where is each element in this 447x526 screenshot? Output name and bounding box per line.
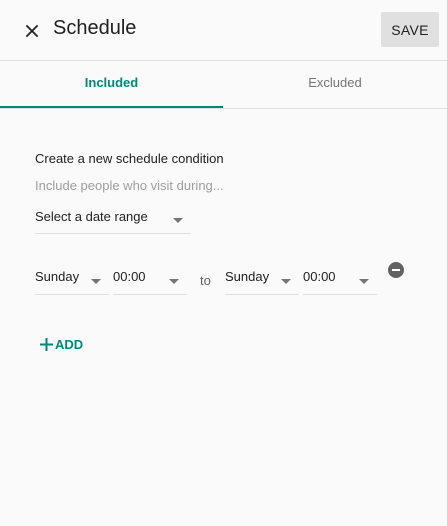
- dropdown-arrow-icon: [359, 279, 369, 284]
- from-day-value: Sunday: [35, 269, 80, 284]
- to-time-select[interactable]: 00:00: [303, 269, 377, 295]
- tab-bar: Included Excluded: [0, 61, 447, 109]
- tabs-divider: [0, 108, 447, 109]
- tab-excluded[interactable]: Excluded: [223, 61, 447, 107]
- date-range-select[interactable]: Select a date range: [35, 209, 191, 234]
- dropdown-arrow-icon: [281, 279, 291, 284]
- to-time-value: 00:00: [303, 269, 336, 284]
- close-button[interactable]: [22, 21, 42, 41]
- from-day-select[interactable]: Sunday: [35, 269, 109, 295]
- to-label: to: [200, 273, 211, 288]
- from-time-value: 00:00: [113, 269, 146, 284]
- dropdown-arrow-icon: [173, 218, 183, 223]
- remove-circle-icon: [388, 262, 404, 278]
- header: Schedule SAVE: [0, 0, 447, 60]
- dropdown-arrow-icon: [91, 279, 101, 284]
- to-day-value: Sunday: [225, 269, 270, 284]
- dropdown-arrow-icon: [169, 279, 179, 284]
- remove-row-button[interactable]: [388, 262, 404, 278]
- condition-title: Create a new schedule condition: [35, 151, 224, 166]
- add-label: ADD: [55, 336, 84, 352]
- select-underline: [303, 294, 377, 295]
- date-range-value: Select a date range: [35, 209, 148, 224]
- close-icon: [25, 24, 39, 38]
- select-underline: [113, 294, 187, 295]
- to-day-select[interactable]: Sunday: [225, 269, 299, 295]
- from-time-select[interactable]: 00:00: [113, 269, 187, 295]
- select-underline: [225, 294, 299, 295]
- select-underline: [35, 294, 109, 295]
- tab-included[interactable]: Included: [0, 61, 223, 107]
- add-condition-button[interactable]: ADD: [39, 333, 83, 355]
- page-title: Schedule: [53, 17, 137, 39]
- condition-hint: Include people who visit during...: [35, 178, 224, 193]
- save-button[interactable]: SAVE: [381, 12, 439, 47]
- select-underline: [35, 233, 191, 234]
- plus-icon: [39, 337, 54, 352]
